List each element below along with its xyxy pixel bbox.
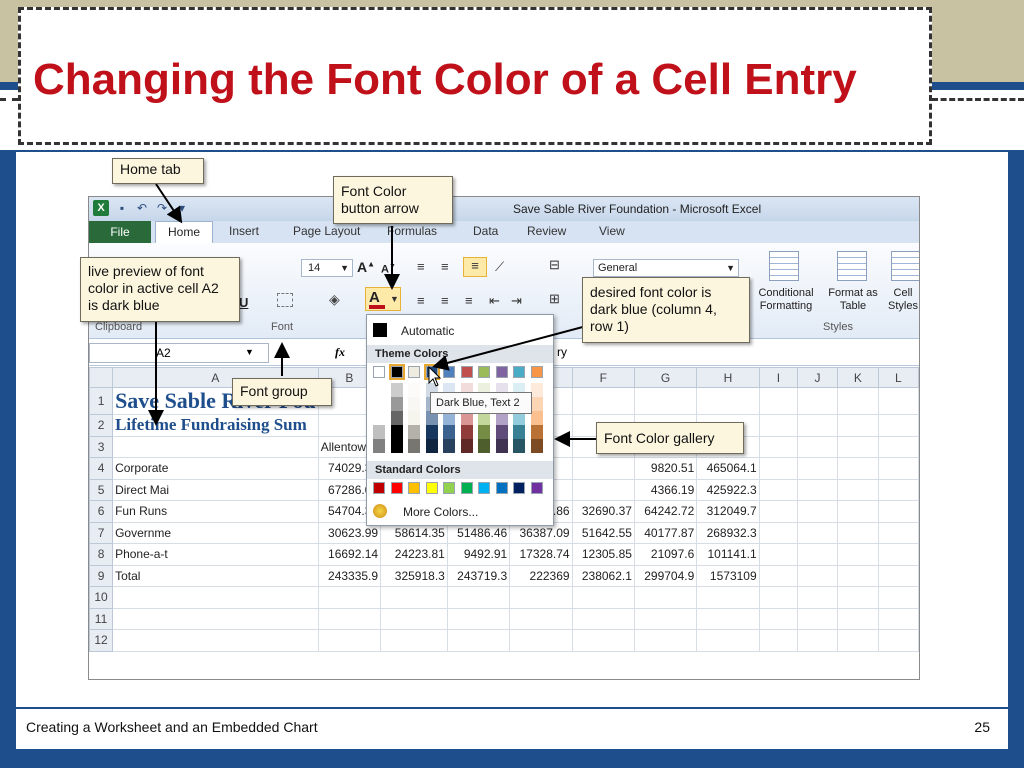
callout-live-preview: live preview of font color in active cel… (80, 257, 240, 322)
callout-font-color-gallery: Font Color gallery (596, 422, 744, 454)
callout-home-tab: Home tab (112, 158, 204, 184)
footer: Creating a Worksheet and an Embedded Cha… (16, 709, 1008, 749)
callout-font-color-arrow: Font Color button arrow (333, 176, 453, 224)
arrow-home-tab (155, 183, 183, 224)
callout-arrows (148, 183, 596, 447)
footer-title: Creating a Worksheet and an Embedded Cha… (26, 719, 318, 735)
arrow-desired-color (432, 323, 595, 371)
callout-desired-color: desired font color is dark blue (column … (582, 277, 750, 343)
page-number: 25 (974, 719, 990, 735)
callout-font-group: Font group (232, 378, 332, 406)
